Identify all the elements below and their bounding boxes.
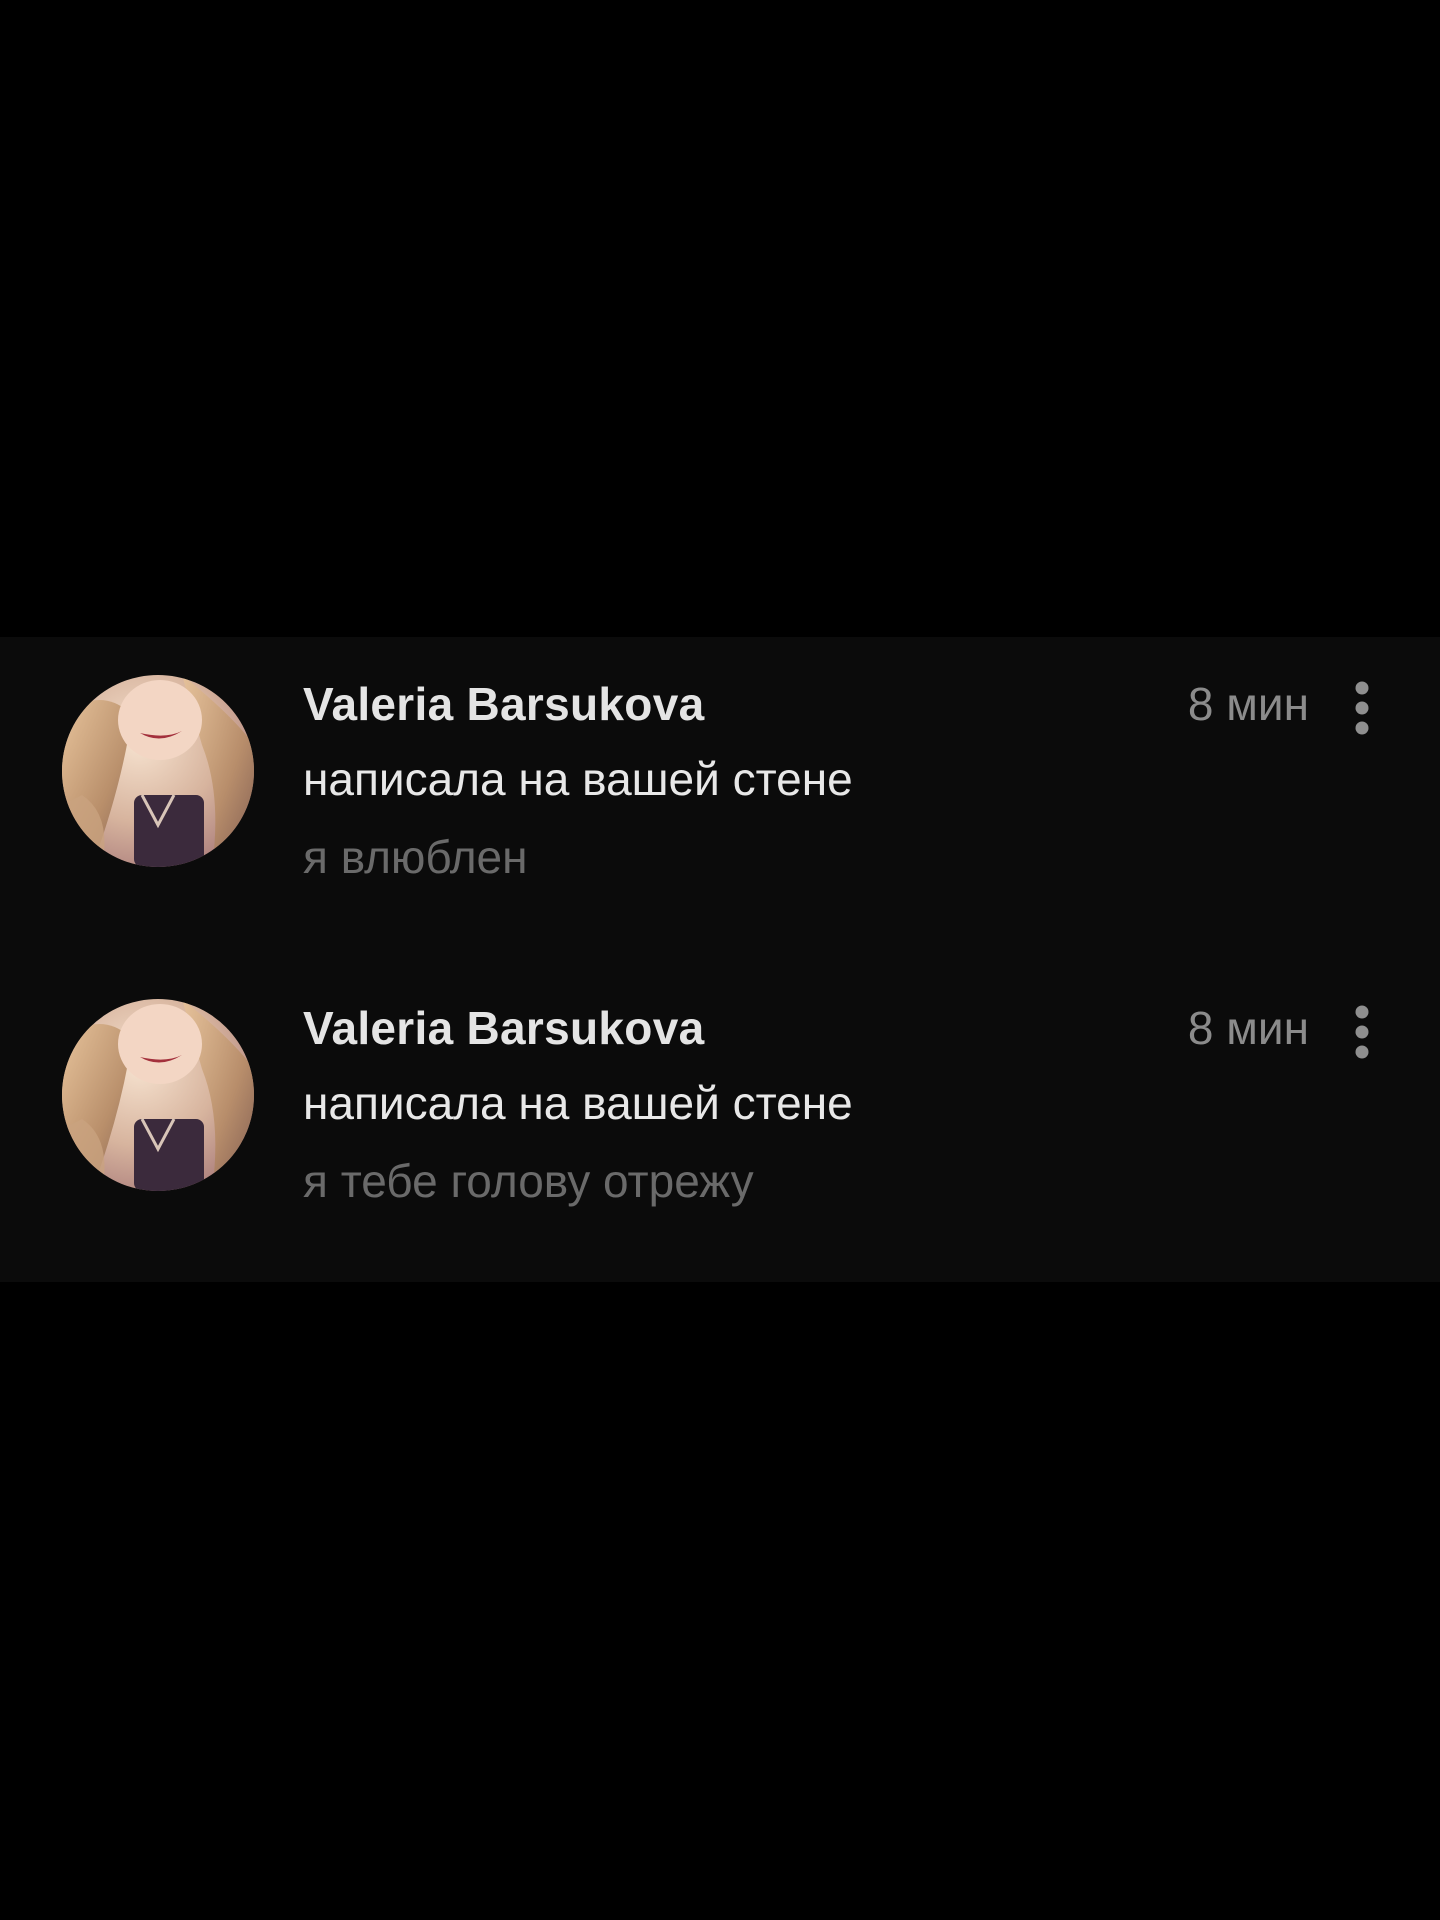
notification-action: написала на вашей стене bbox=[303, 753, 853, 805]
more-options-button[interactable] bbox=[1340, 997, 1384, 1067]
notification-action: написала на вашей стене bbox=[303, 1077, 853, 1129]
avatar[interactable] bbox=[62, 999, 254, 1191]
more-vertical-icon bbox=[1355, 681, 1369, 735]
notification-time: 8 мин bbox=[1187, 678, 1309, 730]
notification-time: 8 мин bbox=[1187, 1002, 1309, 1054]
avatar-photo bbox=[62, 999, 254, 1191]
notification-item[interactable]: Valeria Barsukova написала на вашей стен… bbox=[0, 989, 1440, 1289]
avatar-photo bbox=[62, 675, 254, 867]
notification-preview: я тебе голову отрежу bbox=[303, 1155, 754, 1207]
author-name[interactable]: Valeria Barsukova bbox=[303, 1001, 704, 1055]
notification-preview: я влюблен bbox=[303, 831, 528, 883]
more-options-button[interactable] bbox=[1340, 673, 1384, 743]
notifications-list: Valeria Barsukova написала на вашей стен… bbox=[0, 637, 1440, 1282]
author-name[interactable]: Valeria Barsukova bbox=[303, 677, 704, 731]
more-vertical-icon bbox=[1355, 1005, 1369, 1059]
notification-item[interactable]: Valeria Barsukova написала на вашей стен… bbox=[0, 665, 1440, 965]
avatar[interactable] bbox=[62, 675, 254, 867]
